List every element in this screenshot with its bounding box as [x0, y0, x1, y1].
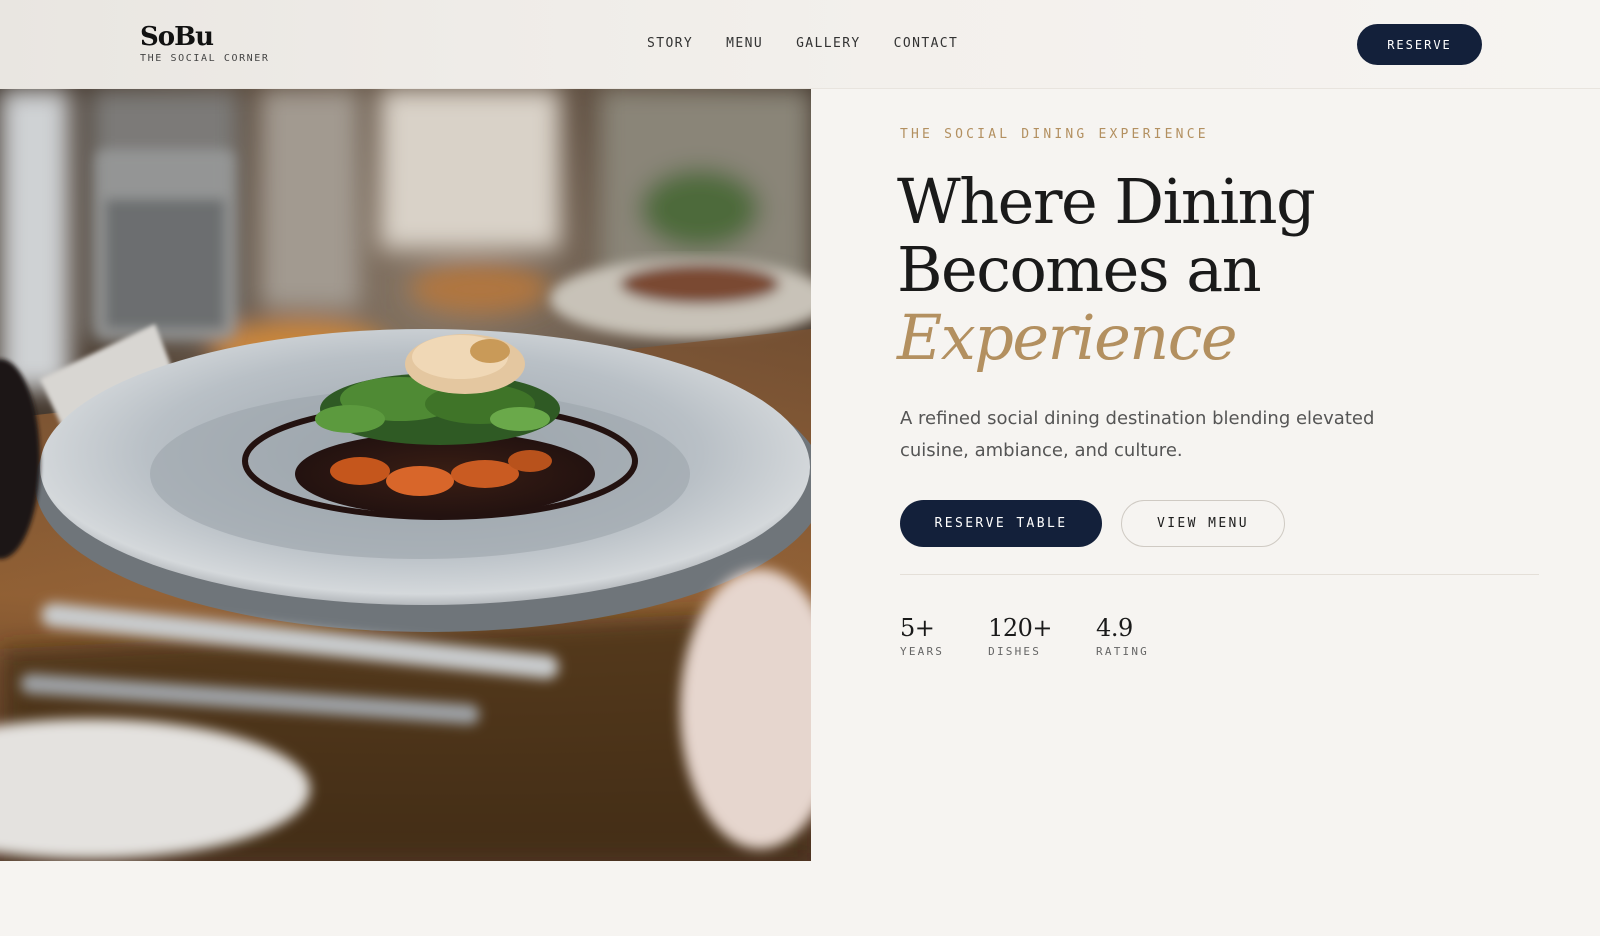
hero-eyebrow: THE SOCIAL DINING EXPERIENCE	[900, 127, 1209, 142]
stat-dishes: 120+ DISHES	[988, 614, 1052, 658]
hero-headline: Where Dining Becomes an Experience	[897, 165, 1316, 374]
stat-label: DISHES	[988, 645, 1042, 658]
view-menu-button[interactable]: VIEW MENU	[1121, 500, 1285, 547]
nav-item-menu[interactable]: MENU	[726, 36, 763, 51]
headline-accent: Experience	[897, 301, 1238, 374]
nav-item-gallery[interactable]: GALLERY	[796, 36, 861, 51]
reserve-table-button[interactable]: RESERVE TABLE	[900, 500, 1102, 547]
main-nav: STORY MENU GALLERY CONTACT	[647, 36, 991, 51]
header-reserve-button[interactable]: RESERVE	[1357, 24, 1482, 65]
stat-rating: 4.9 RATING	[1096, 614, 1149, 658]
plated-dish-photo-icon	[0, 89, 811, 861]
stat-value: 5+	[900, 614, 935, 642]
stat-value: 4.9	[1096, 614, 1133, 642]
stat-value: 120+	[988, 614, 1053, 642]
stat-label: YEARS	[900, 645, 945, 658]
next-section-band	[0, 861, 1600, 936]
stat-label: RATING	[1096, 645, 1149, 658]
nav-item-story[interactable]: STORY	[647, 36, 693, 51]
hero-dish-image	[0, 89, 811, 861]
headline-line-2: Becomes an	[897, 233, 1262, 306]
brand-logo[interactable]: SoBu THE SOCIAL CORNER	[140, 22, 270, 64]
brand-name: SoBu	[140, 22, 214, 52]
brand-tagline: THE SOCIAL CORNER	[140, 53, 270, 64]
headline-line-1: Where Dining	[897, 165, 1316, 238]
stats-divider	[900, 574, 1539, 575]
hero-stats: 5+ YEARS 120+ DISHES 4.9 RATING	[900, 614, 1193, 658]
site-header: SoBu THE SOCIAL CORNER STORY MENU GALLER…	[0, 0, 1600, 89]
nav-item-contact[interactable]: CONTACT	[894, 36, 959, 51]
hero-description: A refined social dining destination blen…	[900, 408, 1375, 461]
stat-years: 5+ YEARS	[900, 614, 944, 658]
